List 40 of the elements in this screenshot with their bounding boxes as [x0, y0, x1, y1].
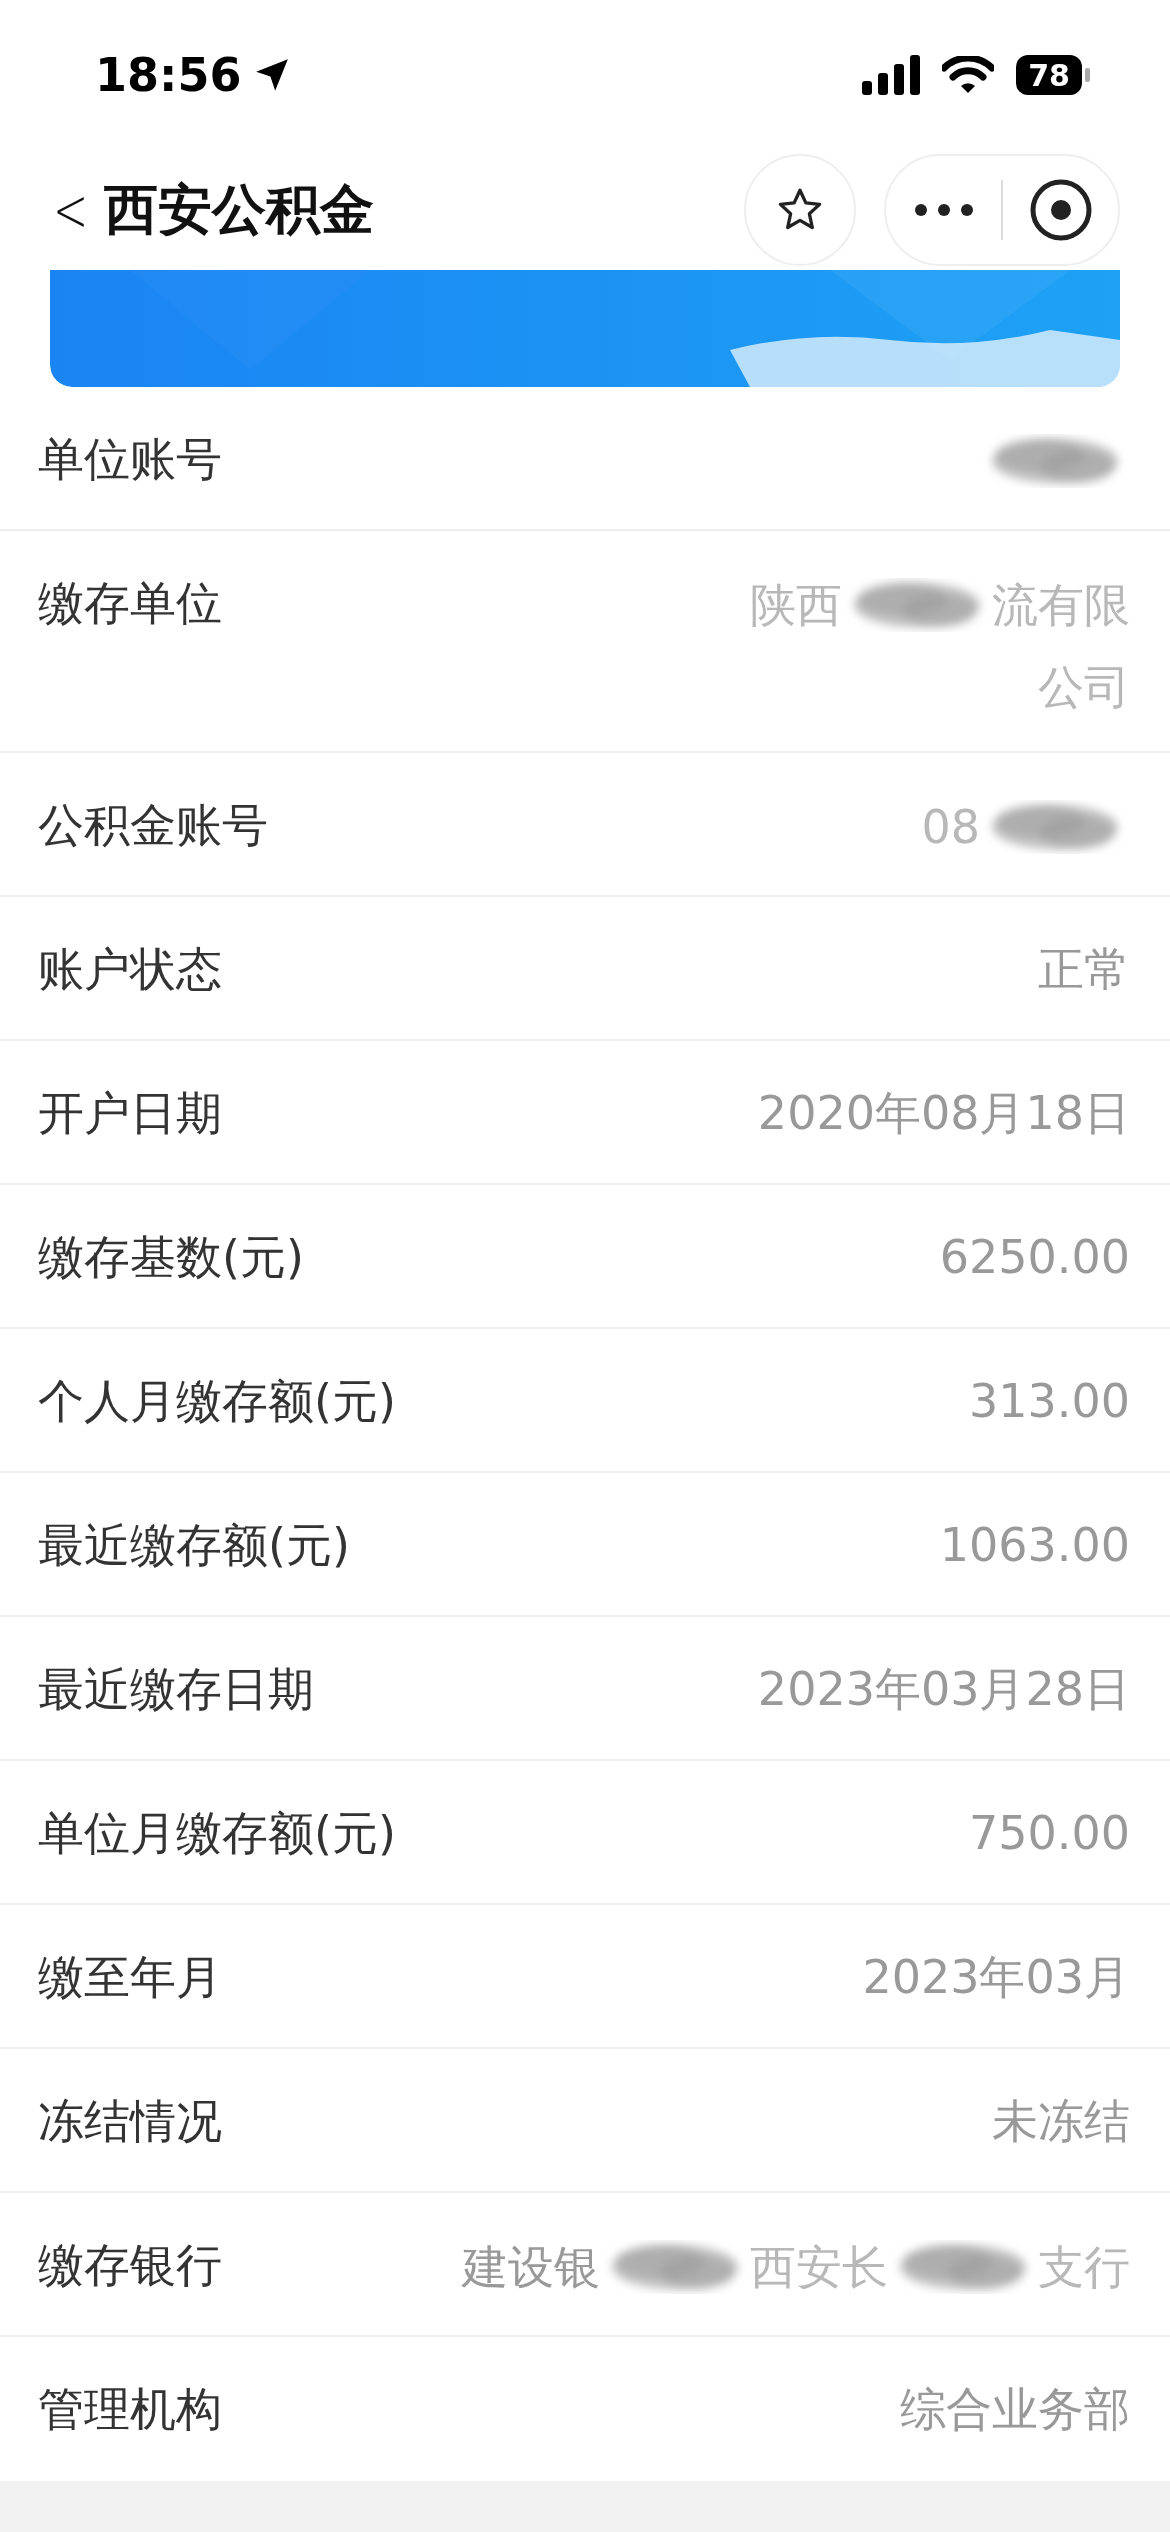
back-button[interactable]: <: [53, 175, 96, 245]
field-label: 缴存银行: [38, 2239, 222, 2291]
field-value: 2023年03月28日: [757, 1663, 1130, 1715]
battery-tip-icon: [1085, 68, 1090, 82]
page-title: 西安公积金: [104, 176, 376, 243]
field-label: 个人月缴存额(元): [38, 1375, 396, 1427]
field-value: 支行: [1038, 2241, 1130, 2293]
field-label: 最近缴存额(元): [38, 1519, 350, 1571]
field-value: 2023年03月: [862, 1951, 1130, 2003]
field-value: 正常: [1038, 943, 1130, 995]
field-value: 1063.00: [939, 1519, 1130, 1571]
field-label: 管理机构: [38, 2383, 222, 2435]
field-label: 缴存单位: [38, 577, 222, 629]
field-value: 08: [921, 801, 980, 853]
field-label: 冻结情况: [38, 2095, 222, 2147]
field-value: 陕西: [750, 579, 842, 631]
status-time: 18:56: [95, 48, 242, 102]
field-label: 缴存基数(元): [38, 1231, 304, 1283]
field-value: 750.00: [969, 1807, 1130, 1859]
field-value: 313.00: [969, 1375, 1130, 1427]
field-label: 最近缴存日期: [38, 1663, 314, 1715]
field-value: 2020年08月18日: [757, 1087, 1130, 1139]
field-value: 综合业务部: [900, 2383, 1130, 2435]
field-label: 公积金账号: [38, 799, 268, 851]
signal-icon: [862, 55, 920, 95]
field-label: 缴至年月: [38, 1951, 222, 2003]
field-label: 账户状态: [38, 943, 222, 995]
field-value: 建设银: [462, 2241, 600, 2293]
field-value: 流有限: [992, 579, 1130, 631]
more-icon: [913, 203, 974, 217]
field-value: 西安长: [750, 2241, 888, 2293]
target-icon: [1028, 178, 1093, 242]
field-value: 6250.00: [939, 1231, 1130, 1283]
battery-level: 78: [1016, 55, 1082, 95]
wifi-icon: [942, 56, 994, 94]
field-value: 公司: [1038, 661, 1130, 713]
field-label: 单位账号: [38, 433, 222, 485]
field-label: 单位月缴存额(元): [38, 1807, 396, 1859]
field-label: 开户日期: [38, 1087, 222, 1139]
field-value: 未冻结: [992, 2095, 1130, 2147]
